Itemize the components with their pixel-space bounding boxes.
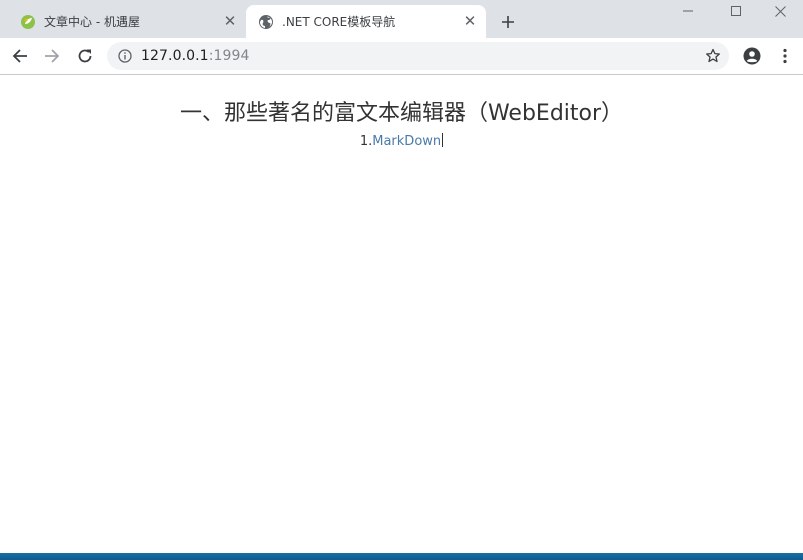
tab-article-center[interactable]: 文章中心 - 机遇屋 ✕ [8, 5, 246, 38]
forward-button[interactable] [38, 42, 66, 70]
page-content: 一、那些著名的富文本编辑器（WebEditor） 1.MarkDown [0, 75, 803, 553]
new-tab-button[interactable] [496, 10, 520, 34]
menu-button[interactable] [771, 42, 799, 70]
page-heading: 一、那些著名的富文本编辑器（WebEditor） [179, 101, 624, 126]
url-host: 127.0.0.1 [141, 48, 209, 64]
address-bar[interactable]: 127.0.0.1:1994 [107, 42, 729, 70]
text-cursor [442, 133, 444, 147]
close-icon [774, 5, 786, 17]
url-port: :1994 [208, 48, 250, 64]
tab-strip: 文章中心 - 机遇屋 ✕ .NET CORE模板导航 ✕ [0, 0, 803, 38]
url-text: 127.0.0.1:1994 [141, 48, 250, 64]
close-icon[interactable]: ✕ [222, 14, 238, 30]
close-icon[interactable]: ✕ [462, 14, 478, 30]
reload-icon [78, 49, 92, 63]
minimize-icon [683, 10, 693, 12]
more-vert-icon [783, 48, 787, 64]
tab-title: 文章中心 - 机遇屋 [44, 15, 140, 29]
list-item: 1.MarkDown [0, 133, 803, 149]
arrow-right-icon [45, 49, 60, 63]
reload-button[interactable] [71, 42, 99, 70]
browser-toolbar: 127.0.0.1:1994 [0, 38, 803, 75]
globe-icon [258, 14, 274, 30]
arrow-left-icon [12, 49, 27, 63]
tab-title: .NET CORE模板导航 [282, 15, 396, 29]
leaf-icon [20, 14, 36, 30]
item-number: 1. [359, 134, 373, 149]
back-button[interactable] [6, 42, 34, 70]
close-window-button[interactable] [757, 0, 803, 22]
bookmark-star-icon[interactable] [705, 48, 721, 64]
maximize-icon [731, 6, 741, 16]
markdown-link[interactable]: MarkDown [372, 134, 441, 149]
minimize-button[interactable] [665, 0, 711, 22]
profile-button[interactable] [738, 42, 766, 70]
maximize-button[interactable] [713, 0, 759, 22]
account-icon [743, 47, 761, 65]
info-icon[interactable] [117, 48, 133, 64]
tab-net-core-nav[interactable]: .NET CORE模板导航 ✕ [246, 5, 486, 38]
taskbar-edge [0, 553, 803, 560]
plus-icon [502, 16, 514, 28]
